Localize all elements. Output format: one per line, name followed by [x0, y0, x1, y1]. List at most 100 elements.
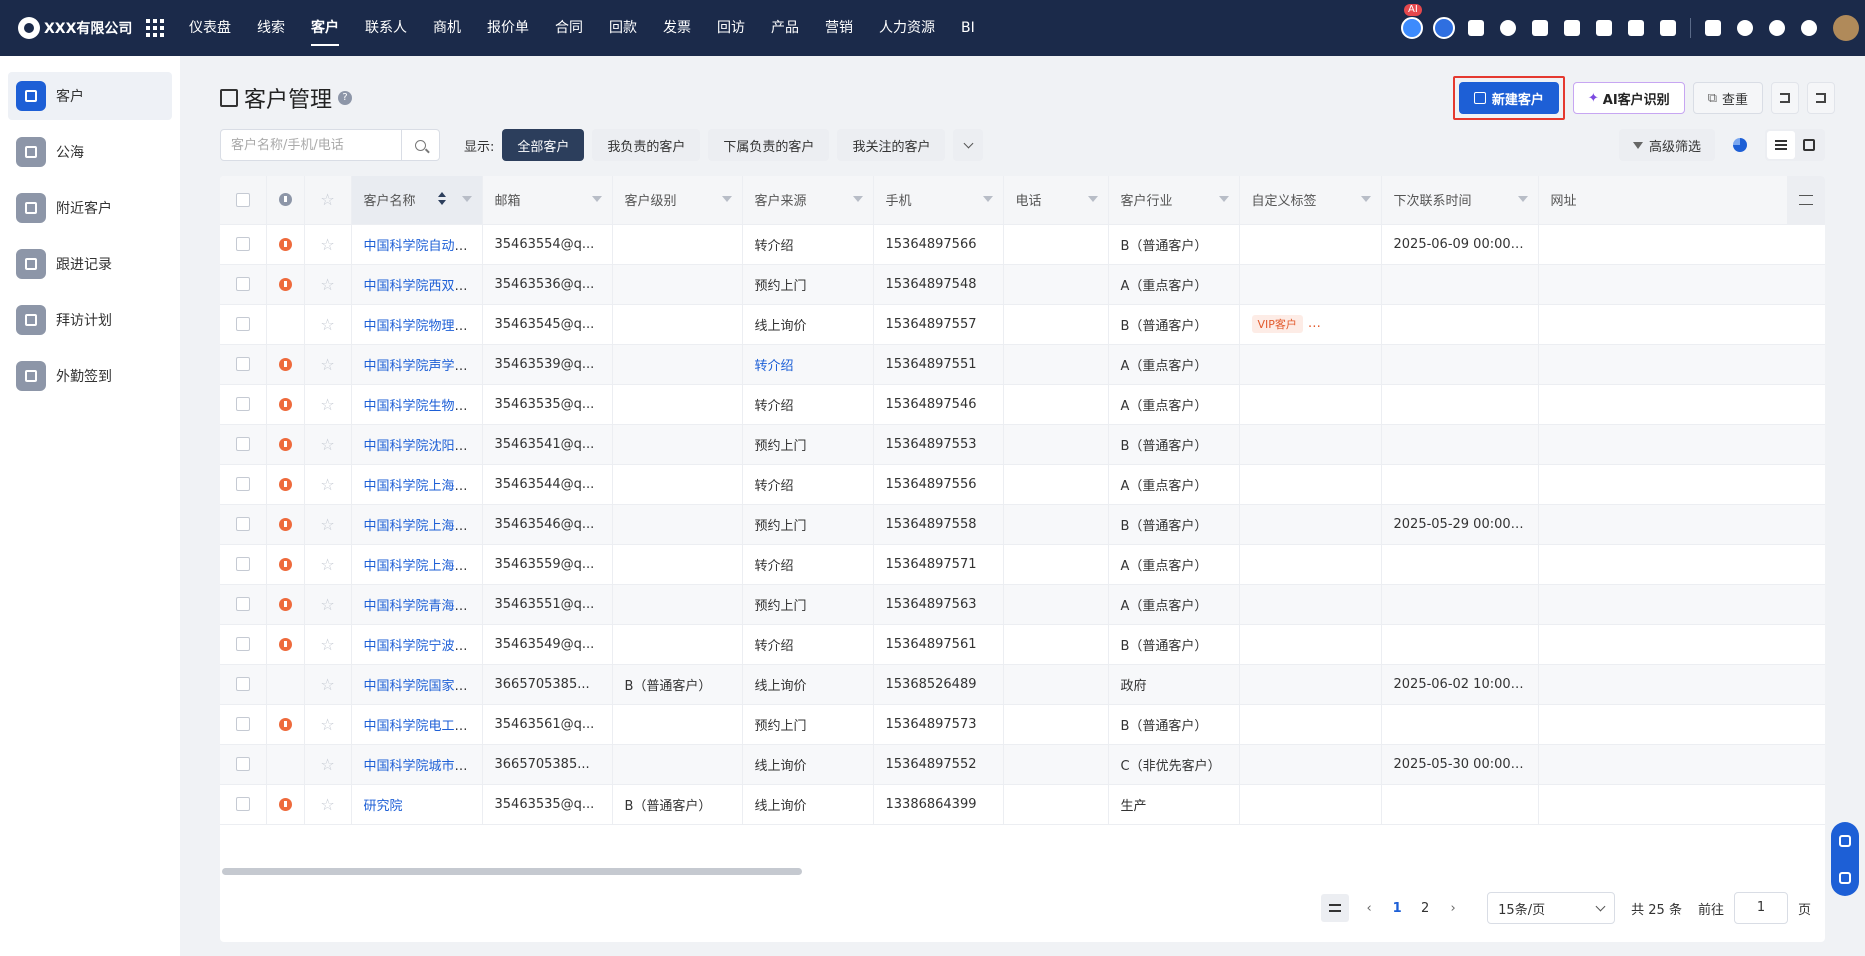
customer-name-link[interactable]: 中国科学院上海硅... [364, 519, 480, 534]
sidebar-item-0[interactable]: 客户 [8, 72, 172, 120]
scope-chip-3[interactable]: 我关注的客户 [837, 129, 946, 161]
column-filter-icon[interactable] [1360, 196, 1371, 202]
row-select-cell[interactable] [220, 504, 267, 545]
row-checkbox[interactable] [235, 477, 250, 491]
dedupe-button[interactable]: ⧉ 查重 [1692, 82, 1763, 114]
row-checkbox[interactable] [235, 757, 250, 771]
table-row[interactable]: ☆ 中国科学院物理研... 35463545@q... 线上询价 15364897557… [220, 304, 1825, 345]
star-icon[interactable]: ☆ [320, 275, 334, 294]
star-icon[interactable]: ☆ [320, 435, 334, 454]
tree-view-button[interactable] [1795, 131, 1823, 159]
sidebar-item-1[interactable]: 公海 [8, 128, 172, 176]
user-avatar[interactable] [1833, 15, 1859, 41]
row-star-cell[interactable]: ☆ [304, 344, 352, 385]
customer-name-link[interactable]: 研究院 [364, 799, 403, 814]
nav-item-9[interactable]: 回访 [704, 0, 758, 56]
column-header-8[interactable]: 下次联系时间 [1381, 176, 1539, 225]
help-button[interactable] [1761, 0, 1793, 56]
column-filter-icon[interactable] [1087, 196, 1098, 202]
row-star-cell[interactable]: ☆ [304, 544, 352, 585]
table-row[interactable]: ☆ 中国科学院青海盐... 35463551@q... 预约上门 15364897563… [220, 584, 1825, 625]
table-row[interactable]: ☆ 中国科学院城市环... 3665705385... 线上询价 15364897552… [220, 744, 1825, 785]
customer-name-link[interactable]: 中国科学院城市环... [364, 759, 480, 774]
list-view-button[interactable] [1767, 131, 1795, 159]
row-select-cell[interactable] [220, 344, 267, 385]
table-row[interactable]: ☆ 中国科学院西双版... 35463536@q... 预约上门 15364897548… [220, 264, 1825, 305]
customer-name-link[interactable]: 中国科学院沈阳自... [364, 439, 480, 454]
row-select-cell[interactable] [220, 304, 267, 345]
column-header-9[interactable]: 网址 [1538, 176, 1825, 225]
row-checkbox[interactable] [235, 357, 250, 371]
star-icon[interactable]: ☆ [320, 555, 334, 574]
customer-name-link[interactable]: 中国科学院生物物... [364, 399, 480, 414]
search-input[interactable] [221, 130, 401, 160]
calendar-button[interactable] [1652, 0, 1684, 56]
table-row[interactable]: ☆ 中国科学院上海硅... 35463546@q... 预约上门 15364897558… [220, 504, 1825, 545]
row-select-cell[interactable] [220, 704, 267, 745]
column-header-7[interactable]: 自定义标签 [1239, 176, 1382, 225]
import-button[interactable] [1771, 82, 1799, 114]
column-filter-icon[interactable] [591, 196, 602, 202]
column-filter-icon[interactable] [461, 196, 472, 202]
nav-item-0[interactable]: 仪表盘 [176, 0, 244, 56]
table-row[interactable]: ☆ 中国科学院上海高... 35463559@q... 转介绍 15364897571 A… [220, 544, 1825, 585]
table-row[interactable]: ☆ 中国科学院生物物... 35463535@q... 转介绍 15364897546 A… [220, 384, 1825, 425]
star-icon[interactable]: ☆ [320, 315, 334, 334]
row-select-cell[interactable] [220, 584, 267, 625]
row-star-cell[interactable]: ☆ [304, 224, 352, 265]
star-icon[interactable]: ☆ [320, 395, 334, 414]
star-icon[interactable]: ☆ [320, 355, 334, 374]
customer-name-link[interactable]: 中国科学院电工研... [364, 719, 480, 734]
star-icon[interactable]: ☆ [320, 795, 334, 814]
help-icon[interactable]: ? [338, 91, 353, 105]
row-star-cell[interactable]: ☆ [304, 504, 352, 545]
page-number-1[interactable]: 1 [1383, 901, 1411, 916]
star-icon[interactable]: ☆ [320, 715, 334, 734]
column-header-4[interactable]: 手机 [873, 176, 1004, 225]
star-icon[interactable]: ☆ [320, 475, 334, 494]
star-icon[interactable]: ☆ [320, 635, 334, 654]
sidebar-item-5[interactable]: 外勤签到 [8, 352, 172, 400]
row-star-cell[interactable]: ☆ [304, 664, 352, 705]
row-star-cell[interactable]: ☆ [304, 584, 352, 625]
more-scopes-button[interactable] [953, 129, 984, 161]
column-header-5[interactable]: 电话 [1003, 176, 1109, 225]
page-size-select[interactable]: 15条/页 [1487, 892, 1616, 924]
row-select-cell[interactable] [220, 384, 267, 425]
row-select-cell[interactable] [220, 624, 267, 665]
advanced-filter-button[interactable]: 高级筛选 [1618, 129, 1715, 161]
row-select-cell[interactable] [220, 744, 267, 785]
select-all-cell[interactable] [220, 176, 267, 225]
apps-grid-icon[interactable] [146, 19, 164, 37]
nav-item-12[interactable]: 人力资源 [866, 0, 948, 56]
goto-page-input[interactable]: 1 [1733, 892, 1788, 924]
tasks-button[interactable] [1524, 0, 1556, 56]
row-star-cell[interactable]: ☆ [304, 264, 352, 305]
row-star-cell[interactable]: ☆ [304, 304, 352, 345]
nav-item-1[interactable]: 线索 [244, 0, 298, 56]
row-checkbox[interactable] [235, 637, 250, 651]
table-row[interactable]: ☆ 中国科学院沈阳自... 35463541@q... 预约上门 15364897553… [220, 424, 1825, 465]
row-checkbox[interactable] [235, 557, 250, 571]
customer-name-link[interactable]: 中国科学院国家空... [364, 679, 480, 694]
row-checkbox[interactable] [235, 317, 250, 331]
statistics-button[interactable] [1725, 130, 1755, 160]
table-row[interactable]: ☆ 中国科学院自动化... 35463554@q... 转介绍 15364897566 B… [220, 224, 1825, 265]
table-row[interactable]: ☆ 中国科学院声学研... 35463539@q... 转介绍 15364897551 A… [220, 344, 1825, 385]
column-filter-icon[interactable] [1517, 196, 1528, 202]
globe-button[interactable] [1492, 0, 1524, 56]
row-star-cell[interactable]: ☆ [304, 424, 352, 465]
page-number-2[interactable]: 2 [1411, 901, 1439, 916]
customer-name-link[interactable]: 中国科学院声学研... [364, 359, 480, 374]
row-star-cell[interactable]: ☆ [304, 744, 352, 785]
ai-identify-button[interactable]: ✦ AI客户识别 [1572, 82, 1685, 114]
row-checkbox[interactable] [235, 437, 250, 451]
nav-item-11[interactable]: 营销 [812, 0, 866, 56]
row-star-cell[interactable]: ☆ [304, 784, 352, 825]
star-icon[interactable]: ☆ [320, 595, 334, 614]
customer-name-link[interactable]: 中国科学院上海高... [364, 559, 480, 574]
table-row[interactable]: ☆ 中国科学院国家空... 3665705385... B（普通客户） 线上询价 1536… [220, 664, 1825, 705]
sidebar-item-2[interactable]: 附近客户 [8, 184, 172, 232]
row-checkbox[interactable] [235, 517, 250, 531]
share-icon[interactable] [1839, 834, 1851, 847]
